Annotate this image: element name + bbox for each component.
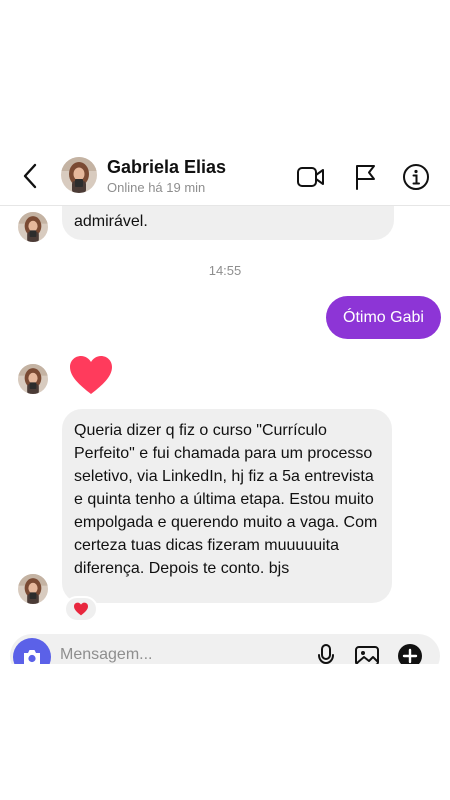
info-icon: [403, 164, 429, 190]
contact-name[interactable]: Gabriela Elias: [107, 157, 226, 178]
avatar: [18, 364, 48, 394]
camera-icon: [24, 650, 40, 664]
microphone-icon: [318, 644, 334, 664]
back-button[interactable]: [18, 162, 42, 190]
heart-icon[interactable]: [68, 354, 114, 396]
voice-message-button[interactable]: [312, 642, 340, 664]
plus-icon: [398, 644, 422, 664]
message-list[interactable]: admirável. 14:55 Ótimo Gabi Queria dizer…: [0, 206, 450, 631]
avatar[interactable]: [61, 157, 97, 193]
message-input[interactable]: [60, 646, 300, 664]
message-bubble-incoming[interactable]: Queria dizer q fiz o curso "Currículo Pe…: [62, 409, 392, 603]
message-composer: [10, 634, 440, 664]
timestamp: 14:55: [208, 263, 242, 278]
avatar: [18, 212, 48, 242]
message-bubble-outgoing[interactable]: Ótimo Gabi: [326, 296, 441, 339]
gallery-button[interactable]: [353, 642, 381, 664]
message-text: admirável.: [74, 213, 148, 230]
info-button[interactable]: [401, 162, 431, 192]
message-text: Queria dizer q fiz o curso "Currículo Pe…: [74, 422, 378, 577]
gallery-icon: [355, 646, 379, 664]
avatar: [18, 574, 48, 604]
heart-icon: [74, 602, 88, 616]
reaction-badge[interactable]: [64, 596, 98, 622]
message-bubble-incoming[interactable]: admirável.: [62, 206, 394, 240]
video-camera-icon: [297, 167, 324, 187]
chat-header: Gabriela Elias Online há 19 min: [0, 150, 450, 206]
video-call-button[interactable]: [296, 162, 326, 192]
report-button[interactable]: [350, 162, 380, 192]
more-options-button[interactable]: [396, 642, 424, 664]
flag-icon: [356, 165, 375, 190]
message-text: Ótimo Gabi: [343, 308, 424, 326]
chevron-left-icon: [23, 163, 37, 189]
online-status: Online há 19 min: [107, 180, 206, 195]
